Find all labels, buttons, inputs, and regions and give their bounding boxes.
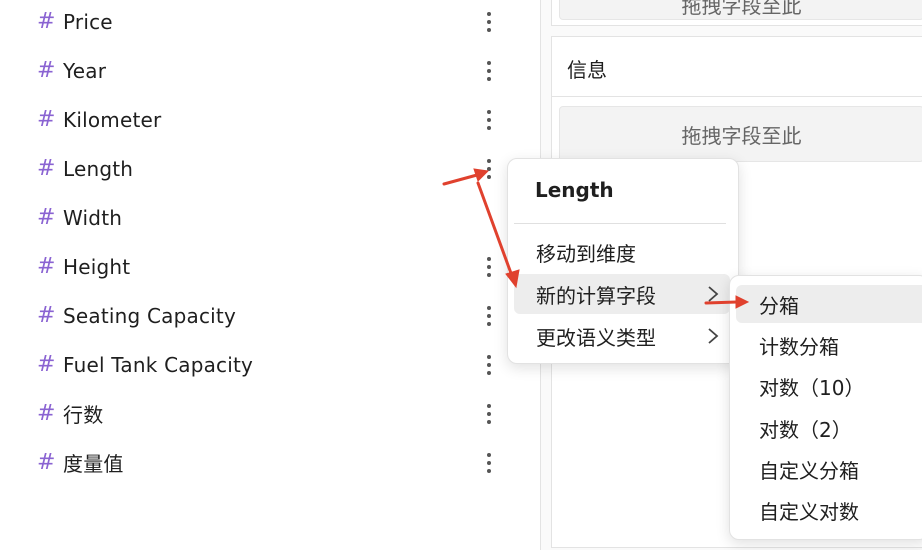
number-type-icon: # — [37, 449, 56, 475]
more-options-icon[interactable] — [481, 402, 497, 426]
more-options-icon[interactable] — [481, 59, 497, 83]
info-section-label: 信息 — [567, 58, 607, 82]
field-row-width[interactable]: # Width — [0, 193, 520, 242]
field-row-price[interactable]: # Price — [0, 0, 520, 46]
field-row-seating-capacity[interactable]: # Seating Capacity — [0, 291, 520, 340]
field-label: Fuel Tank Capacity — [63, 352, 254, 377]
field-label: 行数 — [63, 403, 104, 427]
number-type-icon: # — [37, 351, 56, 377]
field-row-year[interactable]: # Year — [0, 46, 520, 95]
menu-divider — [514, 223, 726, 224]
submenu-item-count-bin[interactable]: 计数分箱 — [736, 326, 922, 364]
submenu-item-custom-bin[interactable]: 自定义分箱 — [736, 450, 922, 488]
calculated-field-submenu: 分箱 计数分箱 对数（10） 对数（2） 自定义分箱 自定义对数 — [729, 275, 922, 540]
info-drop-zone[interactable]: 拖拽字段至此 — [559, 106, 922, 162]
menu-item-move-to-dimension[interactable]: 移动到维度 — [514, 232, 730, 272]
menu-item-new-calculated-field[interactable]: 新的计算字段 — [514, 274, 730, 314]
number-type-icon: # — [37, 400, 56, 426]
submenu-item-log10[interactable]: 对数（10） — [736, 367, 922, 405]
field-label: Height — [63, 254, 131, 279]
field-row-height[interactable]: # Height — [0, 242, 520, 291]
field-row-row-count[interactable]: # 行数 — [0, 389, 520, 438]
menu-item-label: 更改语义类型 — [536, 325, 656, 350]
menu-item-change-semantic-type[interactable]: 更改语义类型 — [514, 316, 730, 356]
field-label: Seating Capacity — [63, 303, 236, 328]
field-label: Kilometer — [63, 107, 162, 132]
number-type-icon: # — [37, 106, 56, 132]
drop-zone-top[interactable]: 拖拽字段至此 — [559, 0, 922, 20]
more-options-icon[interactable] — [481, 304, 497, 328]
field-row-length[interactable]: # Length — [0, 144, 520, 193]
chevron-right-icon — [708, 328, 719, 344]
number-type-icon: # — [37, 302, 56, 328]
submenu-item-bin[interactable]: 分箱 — [736, 285, 922, 323]
number-type-icon: # — [37, 57, 56, 83]
field-label: Length — [63, 156, 134, 181]
number-type-icon: # — [37, 8, 56, 34]
field-label: Width — [63, 205, 123, 230]
app-root: # Price # Year # Kilometer # Length # Wi… — [0, 0, 922, 550]
menu-item-label: 移动到维度 — [536, 241, 636, 266]
number-type-icon: # — [37, 155, 56, 181]
number-type-icon: # — [37, 204, 56, 230]
field-row-measure-values[interactable]: # 度量值 — [0, 438, 520, 487]
field-row-fuel-tank-capacity[interactable]: # Fuel Tank Capacity — [0, 340, 520, 389]
more-options-icon[interactable] — [481, 157, 497, 181]
field-context-menu: Length 移动到维度 新的计算字段 更改语义类型 — [507, 158, 739, 364]
number-type-icon: # — [37, 253, 56, 279]
divider — [551, 96, 922, 97]
more-options-icon[interactable] — [481, 451, 497, 475]
field-label: 度量值 — [63, 452, 124, 476]
menu-title: Length — [535, 178, 614, 202]
field-list: # Price # Year # Kilometer # Length # Wi… — [0, 0, 540, 550]
field-row-kilometer[interactable]: # Kilometer — [0, 95, 520, 144]
submenu-item-log2[interactable]: 对数（2） — [736, 409, 922, 447]
field-label: Year — [63, 58, 107, 83]
submenu-item-custom-log[interactable]: 自定义对数 — [736, 491, 922, 529]
chevron-right-icon — [708, 286, 719, 302]
more-options-icon[interactable] — [481, 10, 497, 34]
field-label: Price — [63, 9, 113, 34]
menu-item-label: 新的计算字段 — [536, 283, 656, 308]
more-options-icon[interactable] — [481, 255, 497, 279]
more-options-icon[interactable] — [481, 353, 497, 377]
more-options-icon[interactable] — [481, 108, 497, 132]
